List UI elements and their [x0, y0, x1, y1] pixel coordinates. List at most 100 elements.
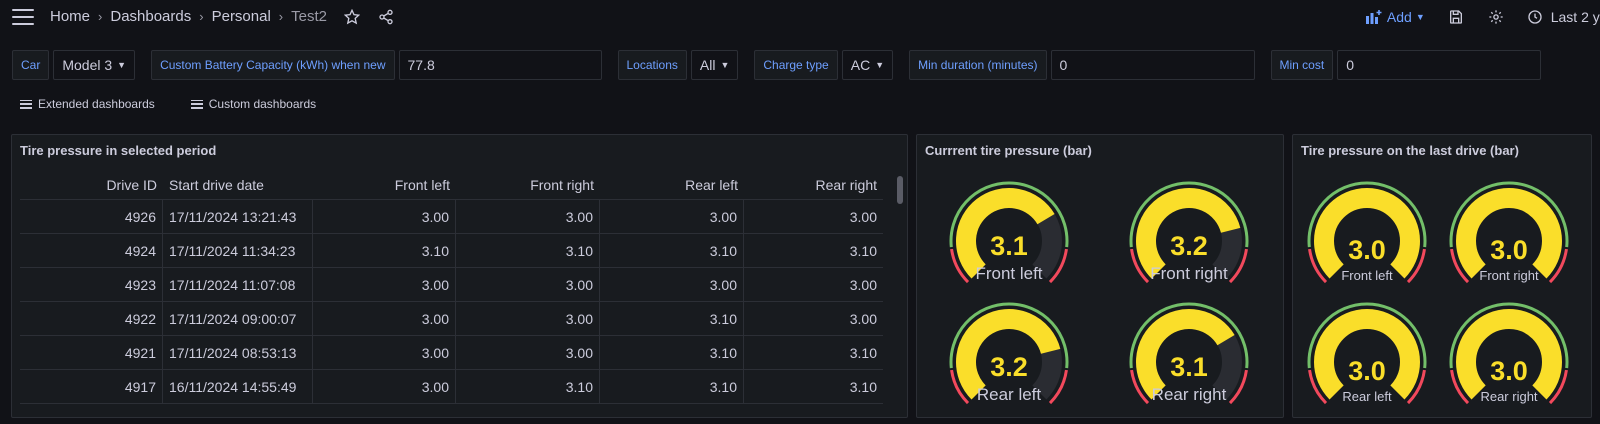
breadcrumb-dashboards[interactable]: Dashboards: [110, 8, 191, 25]
star-icon[interactable]: [343, 8, 361, 26]
cell-rear-right: 3.10: [849, 378, 877, 395]
breadcrumb: Home › Dashboards › Personal › Test2: [50, 8, 327, 25]
current-tire-pressure-panel: Currrent tire pressure (bar) 3.1 Front le…: [916, 134, 1284, 418]
cell-front-right: 3.00: [456, 268, 600, 301]
table-row: 4917 16/11/2024 14:55:49 3.00 3.10 3.10 3.10: [20, 370, 883, 404]
column-header-front-left[interactable]: Front left: [313, 171, 456, 199]
gauge-front-left: 3.0 Front left: [1303, 177, 1431, 287]
cell-drive-id: 4923: [20, 268, 163, 301]
breadcrumb-home[interactable]: Home: [50, 8, 90, 25]
gauge-label: Front right: [1150, 264, 1228, 283]
cell-start-date: 17/11/2024 11:34:23: [163, 234, 313, 267]
gauge-front-left: 3.1 Front left: [945, 177, 1073, 287]
cell-rear-left: 3.00: [600, 200, 744, 233]
chevron-right-icon: ›: [98, 9, 103, 24]
min-cost-label: Min cost: [1270, 50, 1334, 80]
panel-title: Currrent tire pressure (bar): [925, 143, 1092, 158]
table-row: 4926 17/11/2024 13:21:43 3.00 3.00 3.00 3.00: [20, 200, 883, 234]
panel-title: Tire pressure in selected period: [20, 143, 217, 158]
chevron-right-icon: ›: [199, 9, 204, 24]
panel-title: Tire pressure on the last drive (bar): [1301, 143, 1519, 158]
min-duration-input[interactable]: 0: [1050, 50, 1255, 80]
breadcrumb-personal[interactable]: Personal: [212, 8, 271, 25]
gauge-rear-left: 3.0 Rear left: [1303, 298, 1431, 408]
extended-dashboards-label: Extended dashboards: [38, 97, 155, 111]
charge-type-select[interactable]: AC ▼: [841, 50, 894, 80]
top-nav-bar: Home › Dashboards › Personal › Test2 Add…: [0, 0, 1600, 33]
charge-type-label: Charge type: [754, 50, 838, 80]
cell-rear-left: 3.10: [600, 370, 744, 403]
save-icon[interactable]: [1447, 8, 1465, 26]
gauge-front-right: 3.0 Front right: [1445, 177, 1573, 287]
cell-drive-id: 4924: [20, 234, 163, 267]
custom-dashboards-label: Custom dashboards: [208, 97, 317, 111]
gauge-value: 3.0: [1490, 235, 1528, 265]
menu-icon[interactable]: [12, 8, 34, 25]
gauge-label: Rear left: [1342, 389, 1392, 404]
extended-dashboards-link[interactable]: Extended dashboards: [20, 97, 155, 111]
car-select-value: Model 3: [62, 57, 113, 73]
column-header-front-right[interactable]: Front right: [456, 171, 600, 199]
cell-front-left: 3.00: [313, 336, 456, 369]
variables-bar: Car Model 3 ▼ Custom Battery Capacity (kW…: [12, 49, 1542, 81]
charge-type-select-value: AC: [850, 57, 871, 73]
cell-front-right: 3.00: [456, 336, 600, 369]
gauge-label: Rear right: [1152, 385, 1227, 404]
column-header-start-date[interactable]: Start drive date: [163, 171, 313, 199]
cell-start-date: 17/11/2024 09:00:07: [163, 302, 313, 335]
cell-rear-right: 3.10: [849, 344, 877, 361]
gear-icon[interactable]: [1487, 8, 1505, 26]
chevron-down-icon: ▼: [117, 60, 127, 70]
toolbar-right: Add ▼ Last 2 year: [1365, 0, 1600, 33]
gauge-label: Front left: [1341, 268, 1393, 283]
battery-capacity-input[interactable]: 77.8: [398, 50, 602, 80]
car-select[interactable]: Model 3 ▼: [53, 50, 136, 80]
cell-rear-left: 3.10: [600, 234, 744, 267]
add-button[interactable]: Add ▼: [1365, 8, 1425, 25]
gauge-value: 3.1: [990, 231, 1028, 261]
add-button-label: Add: [1386, 8, 1412, 25]
breadcrumb-current: Test2: [291, 8, 327, 25]
gauge-label: Front right: [1479, 268, 1539, 283]
cell-front-left: 3.00: [313, 370, 456, 403]
gauge-label: Rear right: [1480, 389, 1537, 404]
cell-rear-right: 3.10: [849, 242, 877, 259]
list-icon: [20, 99, 32, 109]
column-header-rear-right[interactable]: Rear right: [744, 171, 883, 199]
clock-icon: [1528, 9, 1542, 24]
column-header-drive-id[interactable]: Drive ID: [20, 171, 163, 199]
cell-front-left: 3.10: [313, 234, 456, 267]
cell-front-right: 3.10: [456, 234, 600, 267]
table-row: 4923 17/11/2024 11:07:08 3.00 3.00 3.00 3.00: [20, 268, 883, 302]
cell-rear-right: 3.00: [849, 208, 877, 225]
cell-front-right: 3.00: [456, 302, 600, 335]
cell-front-right: 3.10: [456, 370, 600, 403]
cell-rear-left: 3.10: [600, 336, 744, 369]
time-range-label: Last 2 year: [1550, 8, 1600, 25]
list-icon: [190, 99, 203, 109]
cell-rear-right: 3.00: [849, 276, 877, 293]
cell-start-date: 16/11/2024 14:55:49: [163, 370, 313, 403]
gauge-front-right: 3.2 Front right: [1125, 177, 1253, 287]
share-icon[interactable]: [377, 8, 395, 26]
add-panel-icon: [1365, 9, 1382, 24]
column-header-rear-left[interactable]: Rear left: [600, 171, 744, 199]
table-scrollbar[interactable]: [897, 176, 903, 204]
locations-select[interactable]: All ▼: [690, 50, 739, 80]
gauge-value: 3.0: [1348, 235, 1386, 265]
chevron-down-icon: ▼: [1415, 11, 1425, 22]
battery-capacity-label: Custom Battery Capacity (kWh) when new: [151, 50, 395, 80]
gauge-value: 3.0: [1490, 356, 1528, 386]
custom-dashboards-link[interactable]: Custom dashboards: [190, 97, 317, 111]
gauge-label: Rear left: [977, 385, 1042, 404]
tire-pressure-table: Drive ID Start drive date Front left Fro…: [20, 171, 883, 404]
cell-front-right: 3.00: [456, 200, 600, 233]
chevron-down-icon: ▼: [720, 60, 730, 70]
cell-drive-id: 4926: [20, 200, 163, 233]
min-cost-input[interactable]: 0: [1337, 50, 1542, 80]
last-drive-tire-pressure-panel: Tire pressure on the last drive (bar) 3.…: [1292, 134, 1592, 418]
dashboard-links: Extended dashboards Custom dashboards: [20, 97, 352, 111]
cell-front-left: 3.00: [313, 200, 456, 233]
gauge-label: Front left: [975, 264, 1042, 283]
time-range-picker[interactable]: Last 2 year: [1527, 9, 1600, 25]
